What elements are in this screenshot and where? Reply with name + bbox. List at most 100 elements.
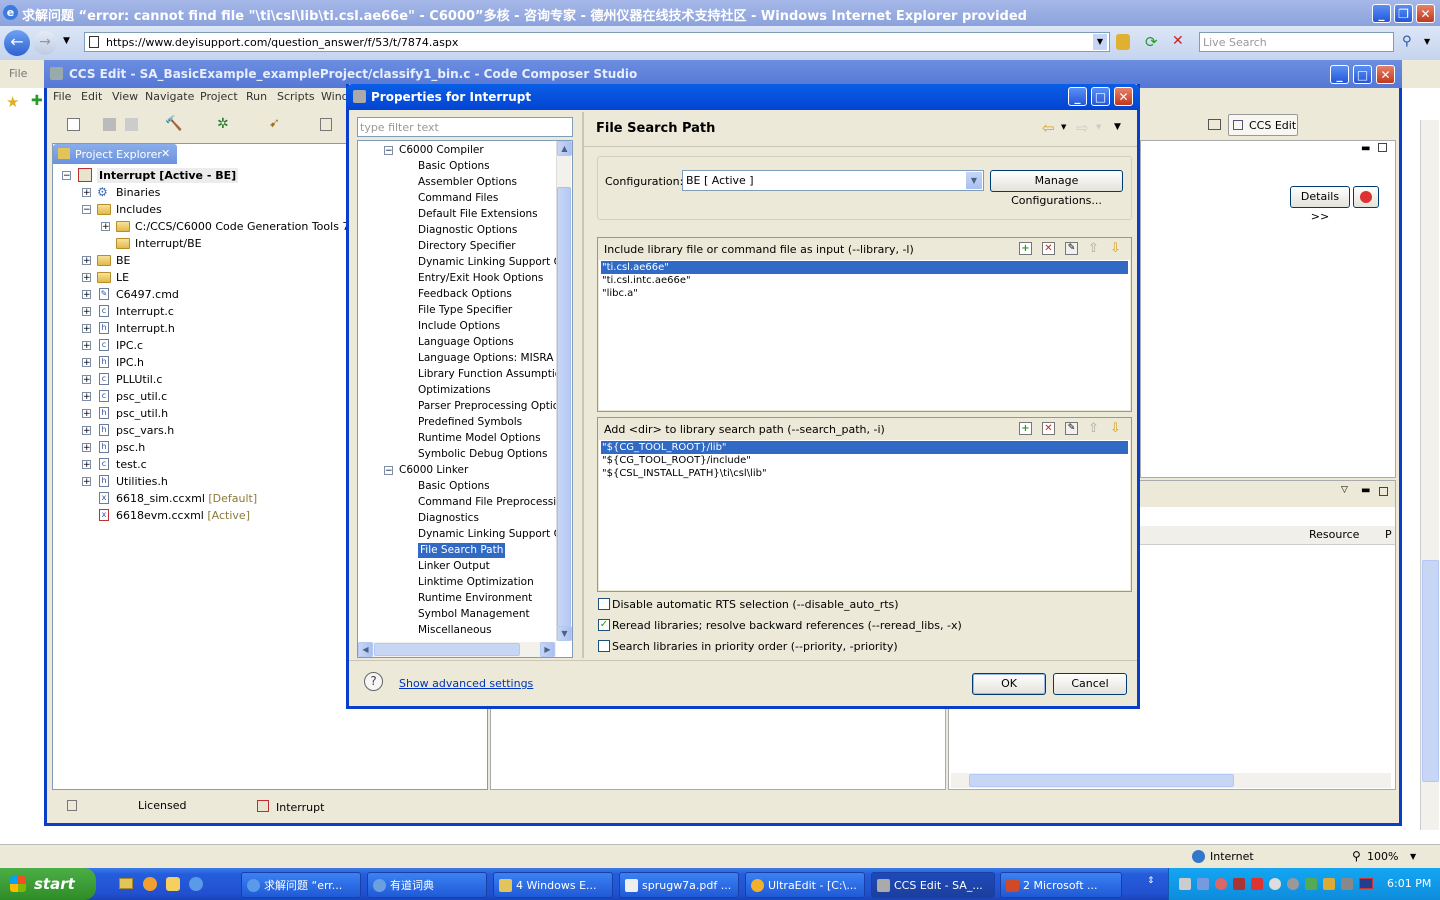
show-advanced-settings-link[interactable]: Show advanced settings	[399, 677, 533, 690]
ccs-menu-project[interactable]: Project	[200, 90, 238, 103]
settings-tree-item[interactable]: C6000 Linker	[399, 463, 468, 478]
scroll-right-button[interactable]: ▶	[540, 642, 555, 657]
disable-auto-rts-checkbox[interactable]	[598, 598, 610, 610]
tree-item[interactable]: Interrupt/BE	[135, 236, 202, 251]
move-down-icon[interactable]: ⇩	[1110, 421, 1121, 436]
error-info-button[interactable]	[1353, 186, 1379, 208]
tree-toggle[interactable]: +	[82, 392, 91, 402]
scroll-thumb[interactable]	[374, 643, 520, 656]
priority-checkbox[interactable]	[598, 640, 610, 652]
tree-toggle[interactable]: −	[384, 146, 393, 156]
tree-toggle[interactable]: +	[82, 460, 91, 470]
tree-item[interactable]: IPC.h	[116, 355, 144, 370]
tree-toggle[interactable]: +	[82, 341, 91, 351]
ccs-menu-scripts[interactable]: Scripts	[277, 90, 315, 103]
scroll-thumb[interactable]	[557, 187, 571, 627]
tree-item[interactable]: 6618evm.ccxml [Active]	[116, 508, 250, 523]
ie-back-button[interactable]: ←	[4, 30, 30, 56]
search-path-list-item[interactable]: "${CG_TOOL_ROOT}/lib"	[601, 441, 1128, 454]
tree-item[interactable]: LE	[116, 270, 129, 285]
ccs-menu-view[interactable]: View	[112, 90, 138, 103]
settings-tree-item[interactable]: Dynamic Linking Support Opt	[418, 255, 556, 270]
taskbar-button-ccs[interactable]: CCS Edit - SA_...	[871, 872, 995, 898]
settings-tree-item[interactable]: Assembler Options	[418, 175, 517, 190]
dialog-titlebar[interactable]: Properties for Interrupt _ □ ✕	[346, 84, 1140, 110]
settings-tree-item[interactable]: Runtime Environment	[418, 591, 532, 606]
delete-icon[interactable]: ✕	[1042, 422, 1055, 435]
tree-toggle[interactable]: −	[82, 205, 91, 215]
refresh-icon[interactable]: ⟳	[1145, 33, 1163, 51]
settings-tree-item[interactable]: Diagnostic Options	[418, 223, 517, 238]
tree-toggle[interactable]: +	[82, 256, 91, 266]
library-list[interactable]: "ti.csl.ae66e" "ti.csl.intc.ae66e" "libc…	[599, 260, 1130, 410]
library-list-item[interactable]: "libc.a"	[601, 287, 1128, 300]
tree-item[interactable]: psc_util.c	[116, 389, 167, 404]
tray-icon[interactable]	[1233, 878, 1245, 890]
tray-icon[interactable]	[1269, 878, 1281, 890]
settings-tree-item[interactable]: Parser Preprocessing Options	[418, 399, 556, 414]
ie-close-button[interactable]: ✕	[1416, 4, 1435, 23]
manage-configurations-button[interactable]: Manage Configurations...	[990, 170, 1123, 207]
dialog-maximize-button[interactable]: □	[1091, 87, 1110, 106]
scroll-thumb[interactable]	[969, 774, 1234, 787]
tree-item[interactable]: psc.h	[116, 440, 145, 455]
ccs-menu-edit[interactable]: Edit	[81, 90, 102, 103]
tree-toggle[interactable]: −	[62, 171, 71, 181]
tree-item[interactable]: Interrupt.h	[116, 321, 175, 336]
settings-tree-item[interactable]: Miscellaneous	[418, 623, 492, 638]
settings-tree-item[interactable]: Basic Options	[418, 159, 490, 174]
tree-toggle[interactable]: +	[82, 477, 91, 487]
maximize-icon[interactable]	[1378, 143, 1387, 152]
maximize-icon[interactable]	[1379, 487, 1388, 496]
tree-item[interactable]: Interrupt.c	[116, 304, 174, 319]
minimize-icon[interactable]: ▬	[1361, 485, 1370, 496]
tray-icon[interactable]	[1179, 878, 1191, 890]
build-icon[interactable]: 🔨	[165, 116, 182, 132]
quicklaunch-media-icon[interactable]	[143, 877, 157, 891]
reread-libs-checkbox[interactable]: ✓	[598, 619, 610, 631]
tree-toggle[interactable]: +	[82, 409, 91, 419]
outline-icon[interactable]	[320, 118, 332, 131]
project-explorer-tab[interactable]: Project Explorer ✕	[53, 144, 177, 164]
ie-url-input[interactable]: https://www.deyisupport.com/question_ans…	[84, 32, 1110, 52]
minimize-icon[interactable]: ▬	[1361, 143, 1370, 154]
debug-icon[interactable]: ✲	[217, 116, 229, 132]
ccs-menu-file[interactable]: File	[53, 90, 71, 103]
taskbar-button-pdf[interactable]: sprugw7a.pdf ...	[619, 872, 739, 898]
scroll-down-button[interactable]: ▼	[557, 626, 572, 641]
ccs-close-button[interactable]: ✕	[1376, 65, 1395, 84]
scroll-left-button[interactable]: ◀	[358, 642, 373, 657]
search-path-list[interactable]: "${CG_TOOL_ROOT}/lib" "${CG_TOOL_ROOT}/i…	[599, 440, 1130, 590]
tray-icon[interactable]	[1323, 878, 1335, 890]
clock-text[interactable]: 6:01 PM	[1387, 877, 1431, 890]
settings-tree-item[interactable]: File Search Path	[418, 543, 506, 558]
settings-tree-item[interactable]: Feedback Options	[418, 287, 512, 302]
settings-tree-item[interactable]: Linker Output	[418, 559, 490, 574]
ie-forward-button[interactable]: →	[33, 31, 57, 55]
settings-tree-item[interactable]: Dynamic Linking Support Opt	[418, 527, 556, 542]
config-select[interactable]: BE [ Active ] ▼	[682, 170, 984, 191]
tree-item[interactable]: BE	[116, 253, 131, 268]
settings-tree-item[interactable]: Symbolic Debug Options	[418, 447, 548, 462]
forward-arrow-icon[interactable]: ⇨	[1076, 119, 1089, 137]
column-p[interactable]: P	[1385, 528, 1392, 541]
settings-tree-item[interactable]: Basic Options	[418, 479, 490, 494]
taskbar-button-ie[interactable]: 求解问题 “err...	[241, 872, 361, 898]
cancel-button[interactable]: Cancel	[1053, 673, 1127, 695]
lock-icon[interactable]	[1116, 34, 1130, 50]
search-icon[interactable]: ⚲	[1402, 34, 1412, 49]
chevron-down-icon[interactable]: ▼	[1424, 37, 1430, 46]
settings-tree-item[interactable]: Default File Extensions	[418, 207, 538, 222]
ie-minimize-button[interactable]: _	[1372, 4, 1391, 23]
settings-tree-item[interactable]: Directory Specifier	[418, 239, 516, 254]
ie-maximize-button[interactable]: ❐	[1394, 4, 1413, 23]
tree-item[interactable]: Includes	[116, 202, 162, 217]
tree-toggle[interactable]: +	[82, 375, 91, 385]
tree-toggle[interactable]: +	[82, 358, 91, 368]
tree-hscrollbar[interactable]: ◀ ▶	[358, 642, 556, 657]
quicklaunch-explorer-icon[interactable]	[119, 878, 133, 889]
details-button[interactable]: Details >>	[1290, 186, 1350, 223]
tree-toggle[interactable]: −	[384, 466, 393, 476]
search-path-list-item[interactable]: "${CG_TOOL_ROOT}/include"	[601, 454, 1128, 467]
settings-tree-item[interactable]: Command File Preprocessing	[418, 495, 556, 510]
